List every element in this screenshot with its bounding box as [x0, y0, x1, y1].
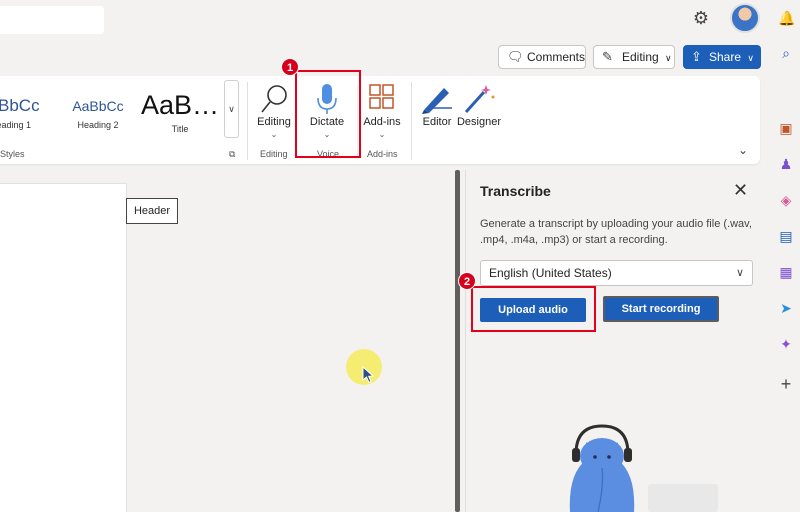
style-heading1-name: Heading 1 [0, 120, 32, 130]
styles-group-label: Styles [0, 149, 25, 159]
step-badge-2: 2 [458, 272, 476, 290]
editing-group-label: Editing [260, 149, 288, 159]
style-heading1[interactable]: BbCc Heading 1 [0, 96, 58, 130]
gear-icon[interactable]: ⚙ [691, 8, 711, 28]
style-title-sample: AaB… [140, 90, 220, 120]
ribbon-separator [411, 82, 412, 160]
style-heading2-name: Heading 2 [77, 120, 119, 130]
add-icon[interactable]: + [778, 375, 794, 393]
chevron-down-icon: ⌄ [270, 130, 278, 139]
add-ins-button[interactable]: Add-ins ⌄ [359, 82, 405, 139]
pencil-icon: ✎ [602, 49, 613, 64]
editor-label: Editor [422, 116, 452, 128]
office-icon[interactable]: ◈ [778, 192, 794, 208]
search-icon [261, 85, 287, 113]
search-box[interactable] [0, 6, 104, 34]
step-badge-1: 1 [281, 58, 299, 76]
comments-label: Comments [527, 50, 586, 64]
bell-icon[interactable]: 🔔 [778, 10, 795, 26]
add-ins-grid-icon [369, 84, 394, 109]
mouse-cursor-icon [362, 366, 375, 384]
style-title[interactable]: AaB… Title [140, 90, 220, 134]
start-recording-button[interactable]: Start recording [603, 296, 719, 322]
avatar[interactable] [730, 3, 760, 33]
ribbon-separator [247, 82, 248, 160]
add-ins-group-label: Add-ins [367, 149, 398, 159]
style-heading1-sample: BbCc [0, 96, 40, 115]
document-page[interactable] [0, 183, 127, 512]
editing-mode-button[interactable]: ✎ Editing ∨ [593, 45, 675, 69]
style-heading2[interactable]: AaBbCc Heading 2 [68, 98, 128, 130]
chevron-down-icon: ∨ [228, 104, 235, 114]
comments-button[interactable]: 🗨 Comments [498, 45, 586, 69]
cat-with-headphones-illustration [569, 424, 718, 512]
outlook-icon[interactable]: ▤ [778, 228, 794, 244]
styles-scroll-button[interactable]: ∨ [224, 80, 239, 138]
share-label: Share [709, 50, 742, 64]
chevron-down-icon: ∨ [735, 267, 744, 279]
language-select[interactable]: English (United States) ∨ [480, 260, 753, 286]
power-automate-icon[interactable]: ✦ [778, 336, 794, 352]
styles-dialog-launcher-icon[interactable]: ⧉ [229, 149, 235, 160]
ribbon-expand-icon[interactable]: ⌄ [738, 143, 748, 157]
chevron-down-icon: ∨ [747, 53, 754, 63]
editing-mode-label: Editing [622, 50, 659, 64]
editing-tool-label: Editing [257, 116, 291, 128]
close-icon[interactable]: ✕ [733, 180, 748, 201]
share-icon: ⇪ [691, 49, 702, 64]
language-value: English (United States) [489, 266, 612, 280]
top-bar: ⚙ [0, 0, 770, 38]
designer-label: Designer [456, 116, 502, 128]
style-heading2-sample: AaBbCc [72, 98, 124, 114]
editing-tool[interactable]: Editing ⌄ [252, 82, 296, 139]
briefcase-icon[interactable]: ▣ [778, 120, 794, 136]
search-icon[interactable]: ⌕ [778, 45, 794, 61]
pane-resize-handle[interactable] [455, 170, 460, 512]
designer-button[interactable]: Designer [456, 82, 502, 128]
chevron-down-icon: ∨ [665, 53, 672, 63]
chevron-down-icon: ⌄ [378, 130, 386, 139]
editor-pen-icon [422, 88, 452, 114]
transcribe-description: Generate a transcript by uploading your … [480, 218, 752, 246]
people-icon[interactable]: ♟ [778, 156, 794, 172]
dictate-highlight [295, 70, 361, 158]
style-title-name: Title [171, 124, 189, 134]
comment-icon: 🗨 [507, 49, 524, 64]
send-icon[interactable]: ➤ [778, 300, 794, 316]
transcribe-title: Transcribe [480, 183, 551, 199]
header-tag[interactable]: Header [126, 198, 178, 224]
editor-button[interactable]: Editor [418, 82, 456, 128]
add-ins-label: Add-ins [363, 116, 401, 128]
upload-highlight [471, 286, 596, 332]
share-button[interactable]: ⇪ Share ∨ [683, 45, 761, 69]
designer-wand-icon [464, 85, 495, 114]
app-rail [770, 0, 800, 512]
onenote-icon[interactable]: ▦ [778, 264, 794, 280]
